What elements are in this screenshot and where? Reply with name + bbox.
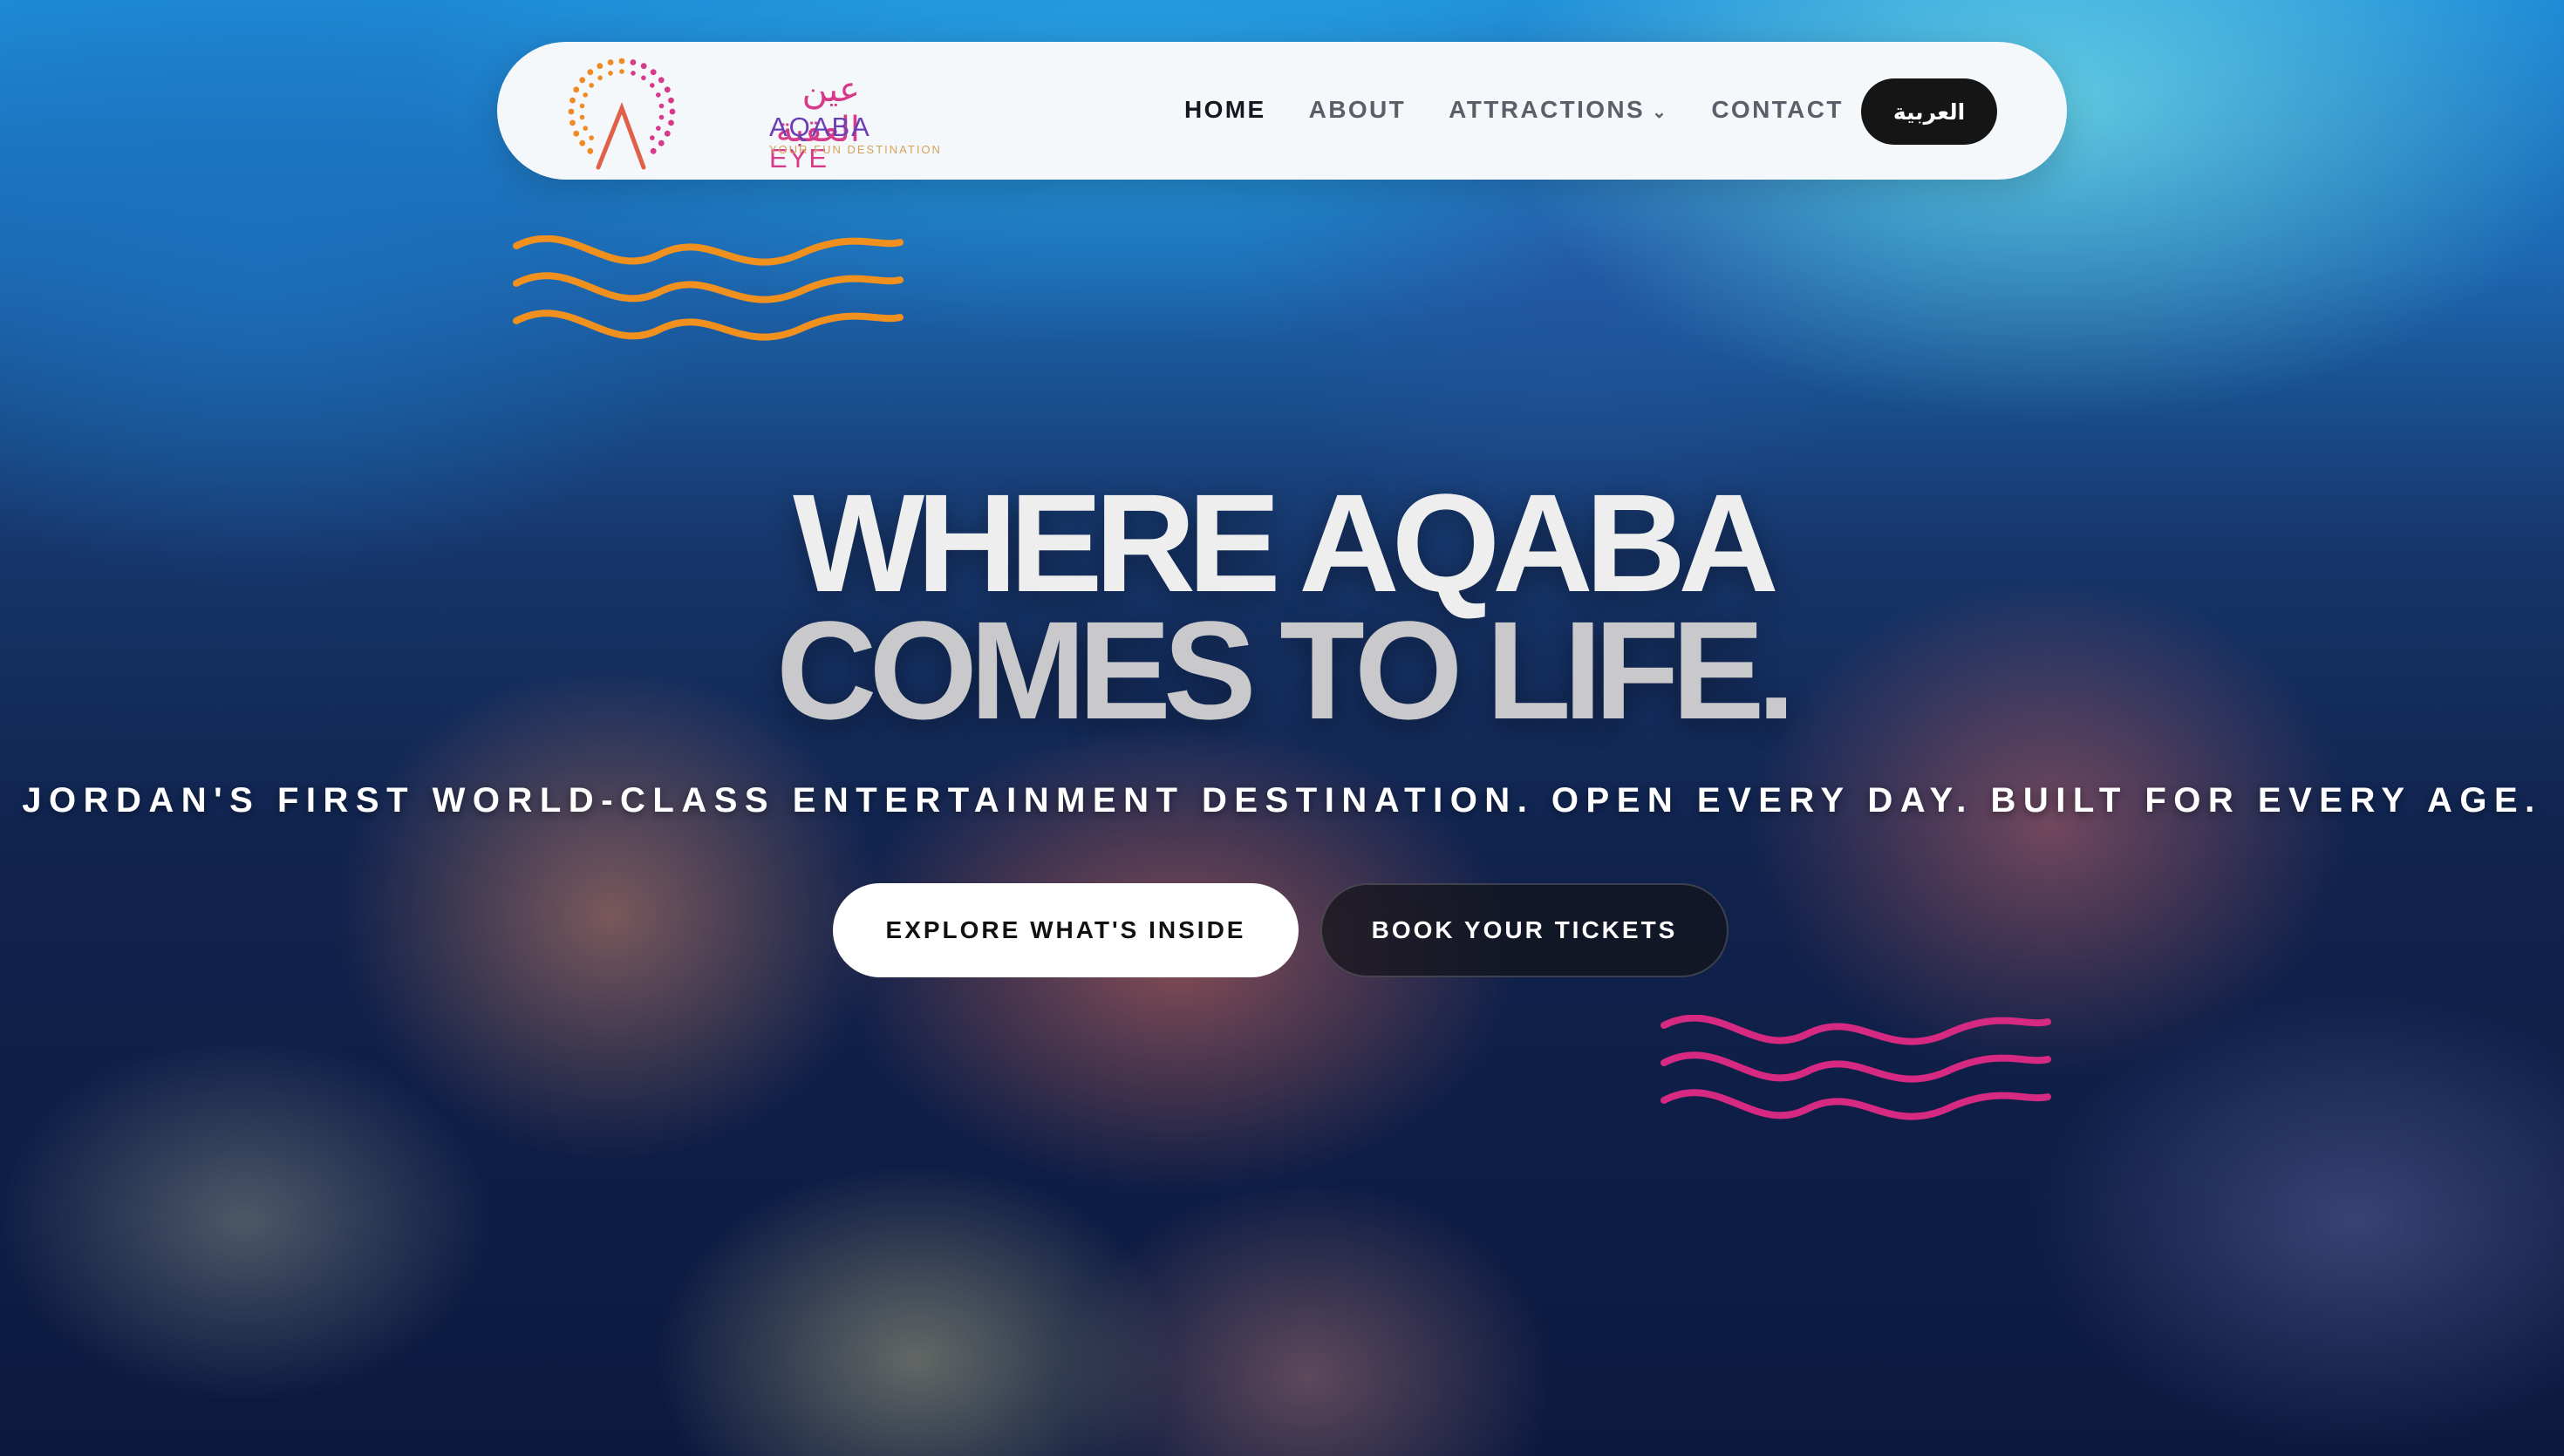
chevron-down-icon: ⌄ — [1652, 103, 1669, 122]
nav-attractions-label: ATTRACTIONS — [1449, 96, 1646, 123]
ferris-wheel-icon — [568, 58, 676, 170]
main-menu: HOME ABOUT ATTRACTIONS ⌄ CONTACT — [1184, 96, 1886, 124]
navbar: عين العقبة AQABA EYE YOUR FUN DESTINATIO… — [497, 42, 2067, 180]
hero-headline-line2: COMES TO LIFE. — [775, 592, 1796, 748]
hero-tagline: JORDAN'S FIRST WORLD-CLASS ENTERTAINMENT… — [22, 781, 2542, 820]
nav-attractions-link[interactable]: ATTRACTIONS ⌄ — [1449, 96, 1668, 124]
nav-about-link[interactable]: ABOUT — [1309, 96, 1407, 124]
language-toggle-button[interactable]: العربية — [1861, 78, 1997, 145]
logo-tagline: YOUR FUN DESTINATION — [769, 143, 942, 156]
hero-headline-line1: WHERE AQABA — [793, 465, 1779, 621]
pink-wave-decoration — [1660, 1015, 2051, 1120]
orange-wave-decoration — [513, 235, 904, 341]
nav-contact-link[interactable]: CONTACT — [1711, 96, 1844, 124]
nav-home-link[interactable]: HOME — [1184, 96, 1266, 124]
explore-button[interactable]: EXPLORE WHAT'S INSIDE — [833, 883, 1299, 977]
logo[interactable]: عين العقبة AQABA EYE YOUR FUN DESTINATIO… — [563, 54, 940, 173]
book-tickets-button[interactable]: BOOK YOUR TICKETS — [1320, 883, 1729, 977]
